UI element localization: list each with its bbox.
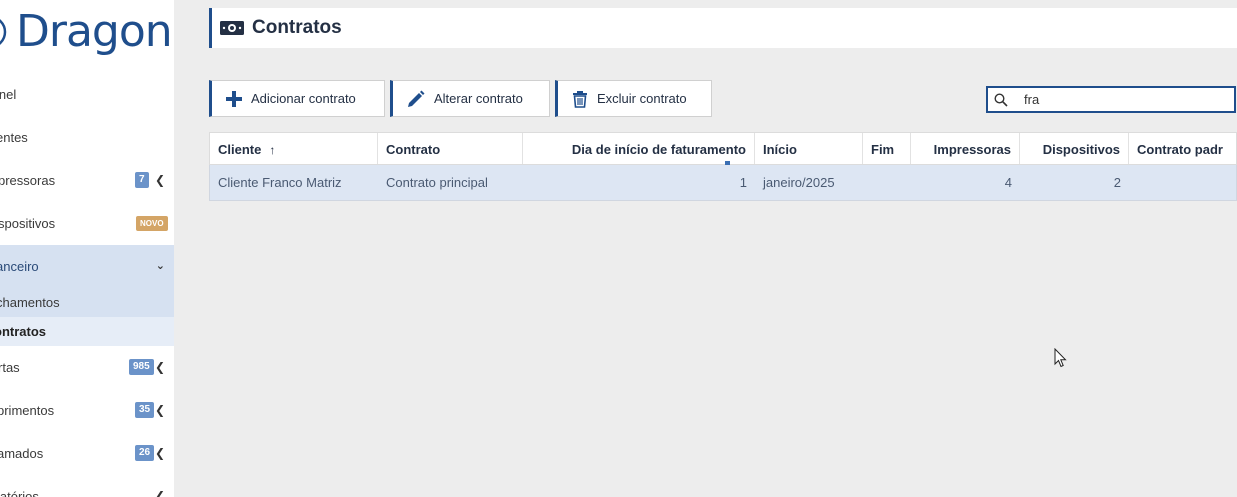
- column-header-impressoras[interactable]: Impressoras: [911, 133, 1020, 164]
- sidebar-subitem-lancamentos[interactable]: chamentos: [0, 288, 174, 317]
- chamados-count-badge: 26: [135, 445, 155, 461]
- dragon-logo-icon: [0, 19, 7, 45]
- cell-contrato-padrao: [1129, 165, 1237, 200]
- sidebar-item-financeiro[interactable]: anceiro ⌄: [0, 245, 174, 288]
- cell-contrato: Contrato principal: [386, 175, 488, 190]
- sidebar-item-label: anceiro: [0, 259, 39, 274]
- column-header-dispositivos[interactable]: Dispositivos: [1020, 133, 1129, 164]
- sidebar-item-relatorios[interactable]: latórios ❮: [0, 475, 174, 497]
- cell-inicio: janeiro/2025: [763, 175, 835, 190]
- sidebar: Dragon inel entes pressoras 7 ❮ spositiv…: [0, 0, 174, 497]
- mouse-cursor-icon: [1054, 348, 1067, 368]
- money-icon: [220, 21, 244, 35]
- sidebar-item-label: inel: [0, 87, 17, 102]
- page-header: Contratos: [209, 8, 1237, 48]
- column-header-contrato[interactable]: Contrato: [378, 133, 523, 164]
- sidebar-item-clientes[interactable]: entes: [0, 116, 174, 159]
- column-header-inicio[interactable]: Início: [755, 133, 863, 164]
- sidebar-item-dispositivos[interactable]: spositivos NOVO: [0, 202, 174, 245]
- page-title: Contratos: [252, 17, 342, 38]
- sidebar-item-label: pressoras: [0, 173, 56, 188]
- edit-contract-label: Alterar contrato: [434, 91, 523, 106]
- chevron-left-icon: ❮: [154, 489, 165, 497]
- pencil-icon: [408, 90, 425, 107]
- sidebar-item-painel[interactable]: inel: [0, 73, 174, 116]
- search-box: [986, 86, 1236, 113]
- sidebar-subitem-contratos[interactable]: ontratos: [0, 317, 174, 346]
- column-header-fim[interactable]: Fim: [863, 133, 911, 164]
- sidebar-item-suprimentos[interactable]: primentos 35 ❮: [0, 389, 174, 432]
- chevron-left-icon: ❮: [154, 446, 165, 460]
- column-header-cliente[interactable]: Cliente ↑: [210, 133, 378, 164]
- chevron-left-icon: ❮: [154, 403, 165, 417]
- add-contract-button[interactable]: Adicionar contrato: [209, 80, 385, 117]
- sidebar-item-impressoras[interactable]: pressoras 7 ❮: [0, 159, 174, 202]
- delete-contract-button[interactable]: Excluir contrato: [555, 80, 712, 117]
- chevron-down-icon: ⌄: [155, 260, 165, 272]
- column-header-contrato-padrao[interactable]: Contrato padr: [1129, 133, 1237, 164]
- column-header-dia-inicio[interactable]: Dia de início de faturamento: [523, 133, 755, 164]
- sidebar-item-label: rtas: [0, 360, 20, 375]
- brand-name: Dragon: [16, 6, 173, 57]
- delete-contract-label: Excluir contrato: [597, 91, 687, 106]
- sidebar-item-label: entes: [0, 130, 28, 145]
- trash-icon: [573, 90, 587, 108]
- table-row[interactable]: Cliente Franco Matriz Contrato principal…: [209, 165, 1237, 201]
- cell-dispositivos: 2: [1113, 175, 1121, 190]
- sidebar-item-label: ontratos: [0, 324, 46, 339]
- cell-cliente: Cliente Franco Matriz: [218, 175, 342, 190]
- search-icon: [994, 92, 1008, 107]
- suprimentos-count-badge: 35: [135, 402, 155, 418]
- sidebar-item-label: spositivos: [0, 216, 56, 231]
- cell-impressoras: 4: [1004, 175, 1012, 190]
- sidebar-item-label: amados: [0, 446, 44, 461]
- table-header-row: Cliente ↑ Contrato Dia de início de fatur…: [209, 132, 1237, 166]
- plus-icon: [226, 90, 242, 107]
- sort-ascending-icon: ↑: [269, 143, 276, 157]
- contracts-table: Cliente ↑ Contrato Dia de início de fatur…: [209, 132, 1237, 201]
- edit-contract-button[interactable]: Alterar contrato: [390, 80, 550, 117]
- chevron-left-icon: ❮: [154, 173, 165, 187]
- sidebar-item-chamados[interactable]: amados 26 ❮: [0, 432, 174, 475]
- sidebar-item-label: latórios: [0, 489, 39, 497]
- sidebar-item-label: chamentos: [0, 295, 60, 310]
- alertas-count-badge: 985: [129, 359, 154, 375]
- impressoras-count-badge: 7: [135, 172, 149, 188]
- chevron-left-icon: ❮: [154, 360, 165, 374]
- brand-logo[interactable]: Dragon: [0, 4, 173, 60]
- cell-fim: [863, 165, 911, 200]
- new-badge: NOVO: [136, 216, 168, 231]
- add-contract-label: Adicionar contrato: [251, 91, 356, 106]
- sidebar-item-alertas[interactable]: rtas 985 ❮: [0, 346, 174, 389]
- search-input[interactable]: [1024, 92, 1214, 107]
- cell-dia-inicio: 1: [739, 175, 747, 190]
- sidebar-item-label: primentos: [0, 403, 55, 418]
